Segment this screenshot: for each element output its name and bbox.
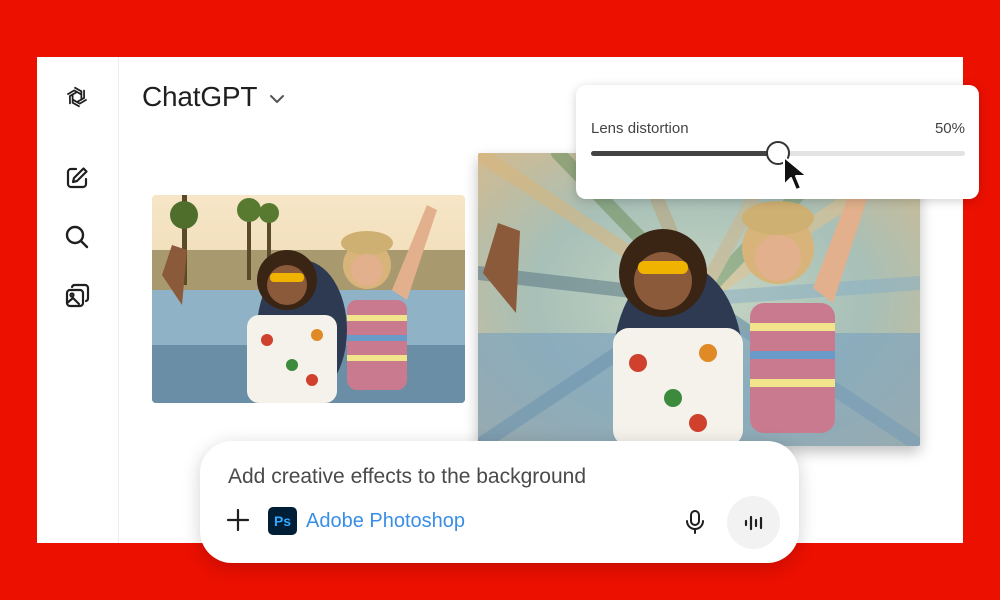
tool-label: Adobe Photoshop — [306, 509, 466, 532]
microphone-button[interactable] — [680, 507, 710, 537]
photoshop-tool-chip[interactable]: Ps Adobe Photoshop — [268, 507, 465, 535]
original-photo — [152, 195, 465, 403]
new-chat-button[interactable] — [59, 160, 95, 196]
slider-value: 50% — [934, 120, 965, 137]
search-icon — [65, 225, 89, 249]
sidebar — [37, 57, 119, 543]
images-icon — [65, 283, 90, 308]
mouse-cursor-icon — [783, 156, 808, 191]
voice-mode-button[interactable] — [727, 496, 780, 549]
model-name: ChatGPT — [142, 81, 258, 112]
chevron-down-icon — [270, 95, 285, 103]
lens-distortion-slider[interactable] — [591, 141, 965, 165]
voice-mode-icon — [744, 515, 762, 530]
slider-fill — [591, 151, 778, 156]
photoshop-logo-icon: Ps — [268, 507, 297, 535]
images-button[interactable] — [59, 278, 95, 314]
photo-original-image — [152, 195, 465, 403]
prompt-input[interactable] — [228, 465, 728, 489]
model-switcher[interactable]: ChatGPT — [142, 79, 287, 115]
composer: Ps Adobe Photoshop — [200, 441, 799, 563]
openai-logo-icon — [66, 86, 88, 108]
slider-label: Lens distortion — [591, 120, 689, 137]
search-button[interactable] — [59, 219, 95, 255]
new-chat-icon — [66, 167, 88, 189]
plus-icon[interactable] — [225, 507, 251, 533]
openai-logo-button[interactable] — [59, 79, 95, 115]
microphone-icon — [686, 510, 704, 534]
lens-distortion-panel: Lens distortion 50% — [576, 85, 979, 199]
